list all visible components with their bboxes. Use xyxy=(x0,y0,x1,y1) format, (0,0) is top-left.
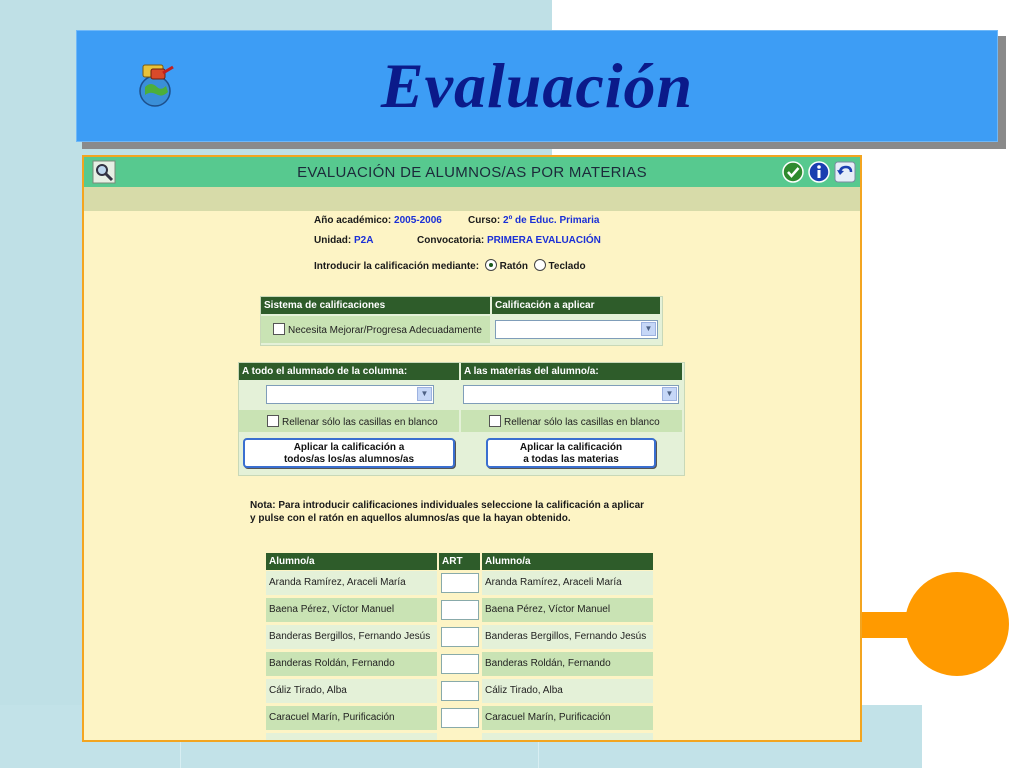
fill-blank-right: Rellenar sólo las casillas en blanco xyxy=(489,415,660,428)
slide-title: Evaluación xyxy=(380,50,694,121)
unit-label: Unidad: xyxy=(314,235,352,246)
orange-circle-decoration xyxy=(905,572,1009,676)
system-header: Sistema de calificaciones xyxy=(261,297,490,314)
window-title: EVALUACIÓN DE ALUMNOS/AS POR MATERIAS xyxy=(297,164,647,181)
window-header: EVALUACIÓN DE ALUMNOS/AS POR MATERIAS xyxy=(84,157,860,187)
fill-blank-left: Rellenar sólo las casillas en blanco xyxy=(267,415,438,428)
system-option-checkbox[interactable] xyxy=(273,323,285,335)
art-grade-cell[interactable] xyxy=(441,600,479,620)
art-grade-cell[interactable] xyxy=(441,681,479,701)
note-line2: y pulse con el ratón en aquellos alumnos… xyxy=(250,513,571,524)
keyboard-radio-label: Teclado xyxy=(548,261,586,272)
fill-blank-left-checkbox[interactable] xyxy=(267,415,279,427)
system-option-cell: Necesita Mejorar/Progresa Adecuadamente xyxy=(261,316,490,343)
table-row-partial xyxy=(266,733,437,740)
call-line: Convocatoria: PRIMERA EVALUACIÓN xyxy=(417,235,601,246)
column-header: A todo el alumnado de la columna: xyxy=(239,363,459,380)
apply-subjects-line1: Aplicar la calificación xyxy=(519,442,623,453)
input-method-line: Introducir la calificación mediante: Rat… xyxy=(314,259,586,272)
student-name-cell: Aranda Ramírez, Araceli María xyxy=(266,571,437,595)
student-select[interactable]: ▼ xyxy=(463,385,679,404)
apply-all-line2: todos/as los/as alumnos/as xyxy=(283,454,415,465)
input-method-label: Introducir la calificación mediante: xyxy=(314,261,480,272)
student-name-cell: Banderas Bergillos, Fernando Jesús xyxy=(266,625,437,649)
student-name-cell-right: Aranda Ramírez, Araceli María xyxy=(482,571,653,595)
call-value: PRIMERA EVALUACIÓN xyxy=(487,235,601,246)
course-label: Curso: xyxy=(468,215,501,226)
course-value: 2º de Educ. Primaria xyxy=(503,215,600,226)
student-header: A las materias del alumno/a: xyxy=(461,363,682,380)
art-grade-cell[interactable] xyxy=(441,708,479,728)
student-name-cell: Caracuel Marín, Purificación xyxy=(266,706,437,730)
fill-blank-right-label: Rellenar sólo las casillas en blanco xyxy=(504,417,660,428)
window-subbar xyxy=(84,187,860,211)
art-grade-cell[interactable] xyxy=(441,654,479,674)
student-name-cell-right: Cáliz Tirado, Alba xyxy=(482,679,653,703)
academic-year-line: Año académico: 2005-2006 xyxy=(314,215,442,226)
call-label: Convocatoria: xyxy=(417,235,485,246)
student-name-cell-right: Banderas Bergillos, Fernando Jesús xyxy=(482,625,653,649)
student-name-cell-right: Caracuel Marín, Purificación xyxy=(482,706,653,730)
undo-icon[interactable] xyxy=(834,161,856,183)
art-column-header: ART xyxy=(439,553,480,570)
apply-header: Calificación a aplicar xyxy=(492,297,660,314)
system-option: Necesita Mejorar/Progresa Adecuadamente xyxy=(273,323,482,336)
apply-to-all-students-button[interactable]: Aplicar la calificación a todos/as los/a… xyxy=(243,438,455,468)
fill-blank-left-cell: Rellenar sólo las casillas en blanco xyxy=(239,410,459,432)
apply-to-all-subjects-button[interactable]: Aplicar la calificación a todas las mate… xyxy=(486,438,656,468)
course-line: Curso: 2º de Educ. Primaria xyxy=(468,215,600,226)
column-select[interactable]: ▼ xyxy=(266,385,434,404)
note-text: Nota: Para introducir calificaciones ind… xyxy=(250,499,690,525)
title-banner: Evaluación xyxy=(76,30,998,142)
table-row-partial xyxy=(482,733,653,740)
chevron-down-icon: ▼ xyxy=(662,387,677,401)
fill-blank-left-label: Rellenar sólo las casillas en blanco xyxy=(282,417,438,428)
evaluation-window: EVALUACIÓN DE ALUMNOS/AS POR MATERIAS Añ… xyxy=(82,155,862,742)
student-name-cell: Banderas Roldán, Fernando xyxy=(266,652,437,676)
chevron-down-icon: ▼ xyxy=(641,322,656,336)
mouse-radio[interactable] xyxy=(484,259,497,271)
year-label: Año académico: xyxy=(314,215,392,226)
unit-line: Unidad: P2A xyxy=(314,235,373,246)
student-name-cell-right: Banderas Roldán, Fernando xyxy=(482,652,653,676)
fill-blank-right-cell: Rellenar sólo las casillas en blanco xyxy=(461,410,682,432)
accept-icon[interactable] xyxy=(782,161,804,183)
mouse-radio-label: Ratón xyxy=(499,261,528,272)
unit-value: P2A xyxy=(354,235,374,246)
year-value: 2005-2006 xyxy=(394,215,442,226)
student-name-cell: Cáliz Tirado, Alba xyxy=(266,679,437,703)
student-column-header-right: Alumno/a xyxy=(482,553,653,570)
grade-to-apply-select[interactable]: ▼ xyxy=(495,320,658,339)
keyboard-radio[interactable] xyxy=(533,259,546,271)
apply-all-line1: Aplicar la calificación a xyxy=(293,442,405,453)
art-grade-cell[interactable] xyxy=(441,627,479,647)
system-option-label: Necesita Mejorar/Progresa Adecuadamente xyxy=(288,325,482,336)
art-grade-cell[interactable] xyxy=(441,573,479,593)
apply-subjects-line2: a todas las materias xyxy=(523,454,619,465)
student-name-cell: Baena Pérez, Víctor Manuel xyxy=(266,598,437,622)
info-icon[interactable] xyxy=(808,161,830,183)
fill-blank-right-checkbox[interactable] xyxy=(489,415,501,427)
chevron-down-icon: ▼ xyxy=(417,387,432,401)
student-name-cell-right: Baena Pérez, Víctor Manuel xyxy=(482,598,653,622)
note-line1: Nota: Para introducir calificaciones ind… xyxy=(250,500,645,511)
student-column-header: Alumno/a xyxy=(266,553,437,570)
